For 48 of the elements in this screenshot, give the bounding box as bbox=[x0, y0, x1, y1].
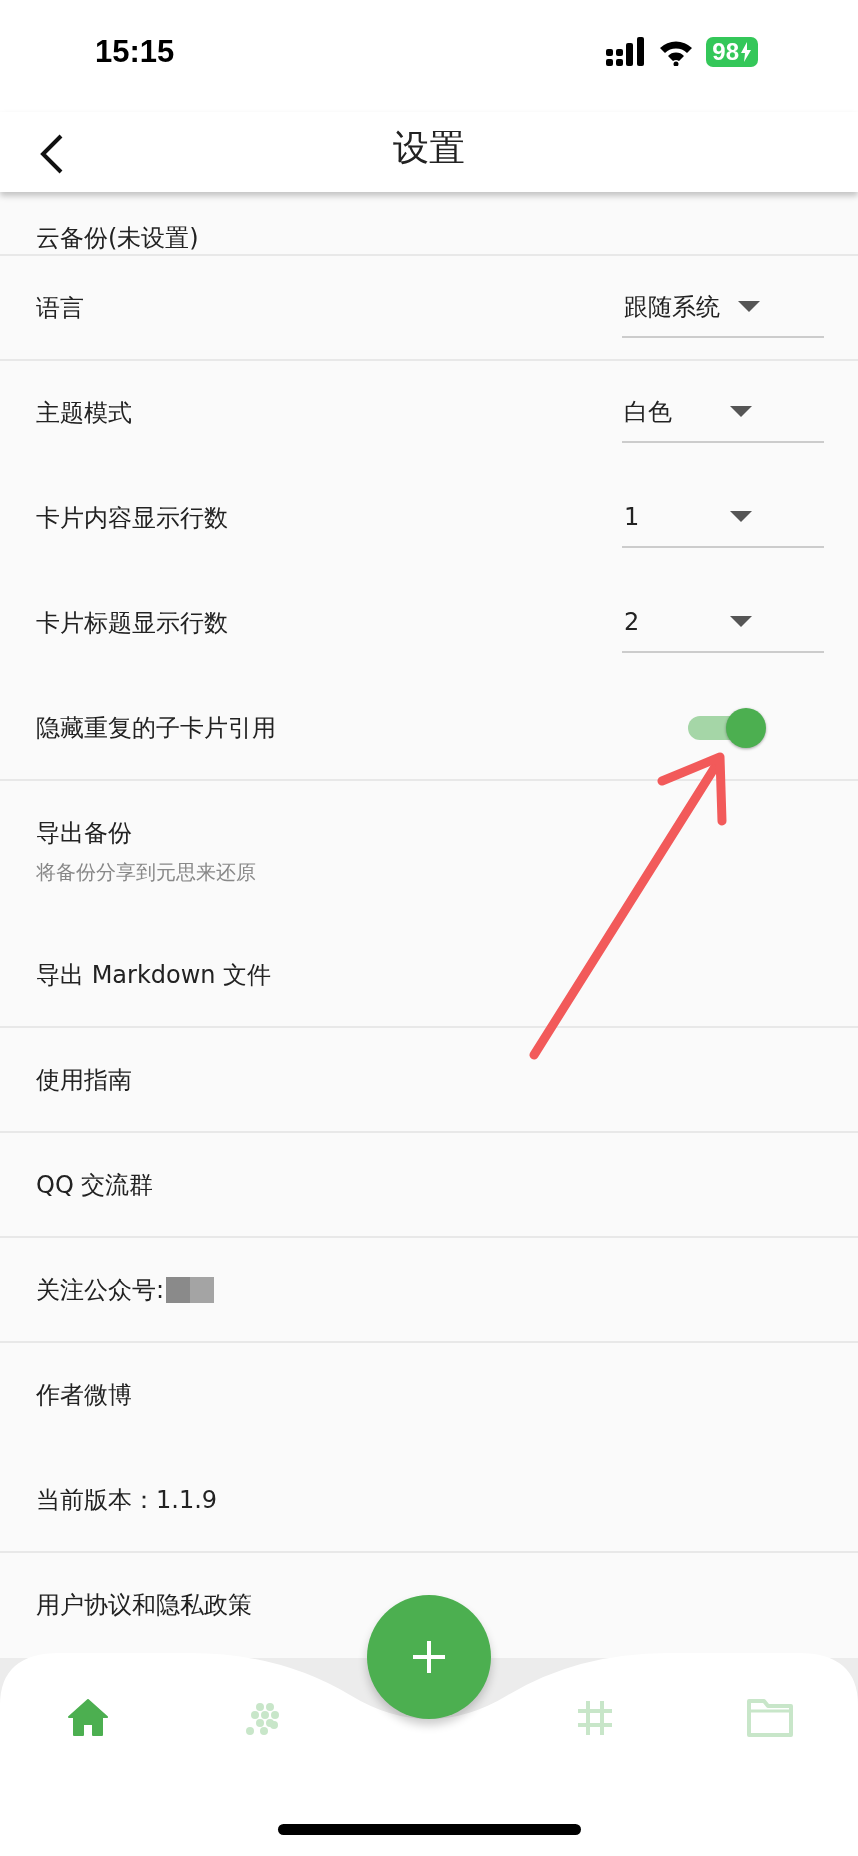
setting-label: 当前版本：1.1.9 bbox=[36, 1484, 219, 1516]
caret-icon bbox=[730, 510, 752, 523]
setting-label: 作者微博 bbox=[36, 1379, 133, 1411]
dropdown[interactable]: 白色 bbox=[622, 382, 824, 443]
setting-label: QQ 交流群 bbox=[36, 1169, 155, 1201]
folder-icon bbox=[747, 1699, 793, 1737]
settings-row[interactable]: 主题模式 白色 bbox=[0, 361, 858, 466]
setting-label: 隐藏重复的子卡片引用 bbox=[36, 712, 277, 744]
setting-label: 用户协议和隐私政策 bbox=[36, 1589, 253, 1621]
plus-icon bbox=[411, 1639, 447, 1675]
settings-row[interactable]: 当前版本：1.1.9 bbox=[0, 1448, 858, 1553]
settings-row[interactable]: 作者微博 bbox=[0, 1343, 858, 1448]
status-time: 15:15 bbox=[95, 34, 176, 71]
setting-label: 关注公众号: bbox=[36, 1274, 165, 1306]
setting-label: 使用指南 bbox=[36, 1064, 133, 1096]
settings-row[interactable]: 卡片内容显示行数 1 bbox=[0, 466, 858, 571]
setting-label: 导出 Markdown 文件 bbox=[36, 959, 273, 991]
settings-row[interactable]: 导出备份 将备份分享到元思来还原 bbox=[0, 781, 858, 923]
settings-row[interactable]: 关注公众号: bbox=[0, 1238, 858, 1343]
battery-level: 98 bbox=[706, 37, 758, 67]
setting-label: 卡片标题显示行数 bbox=[36, 607, 229, 639]
caret-icon bbox=[730, 405, 752, 418]
caret-icon bbox=[730, 615, 752, 628]
setting-label: 卡片内容显示行数 bbox=[36, 502, 229, 534]
page-title: 设置 bbox=[393, 125, 465, 170]
hash-icon bbox=[576, 1699, 614, 1737]
home-icon bbox=[68, 1699, 108, 1737]
settings-row[interactable]: 云备份(未设置) bbox=[0, 192, 858, 256]
toggle-switch[interactable] bbox=[688, 707, 766, 748]
dropdown[interactable]: 跟随系统 bbox=[622, 277, 824, 338]
setting-label: 导出备份 bbox=[36, 817, 133, 849]
bolt-icon bbox=[741, 42, 751, 62]
settings-row[interactable]: 使用指南 bbox=[0, 1028, 858, 1133]
redaction-block bbox=[166, 1276, 215, 1303]
dropdown[interactable]: 1 bbox=[622, 487, 824, 548]
caret-icon bbox=[738, 300, 760, 313]
settings-row[interactable]: 语言 跟随系统 bbox=[0, 256, 858, 361]
dropdown[interactable]: 2 bbox=[622, 592, 824, 653]
setting-label: 语言 bbox=[36, 292, 85, 324]
signal-icon bbox=[606, 37, 647, 67]
setting-label: 云备份(未设置) bbox=[36, 223, 200, 254]
settings-row[interactable]: 用户协议和隐私政策 bbox=[0, 1553, 858, 1658]
settings-row[interactable]: 导出 Markdown 文件 bbox=[0, 923, 858, 1028]
settings-row[interactable]: 隐藏重复的子卡片引用 bbox=[0, 676, 858, 781]
settings-row[interactable]: QQ 交流群 bbox=[0, 1133, 858, 1238]
setting-label: 主题模式 bbox=[36, 397, 133, 429]
settings-row[interactable]: 卡片标题显示行数 2 bbox=[0, 571, 858, 676]
setting-description: 将备份分享到元思来还原 bbox=[36, 858, 257, 886]
